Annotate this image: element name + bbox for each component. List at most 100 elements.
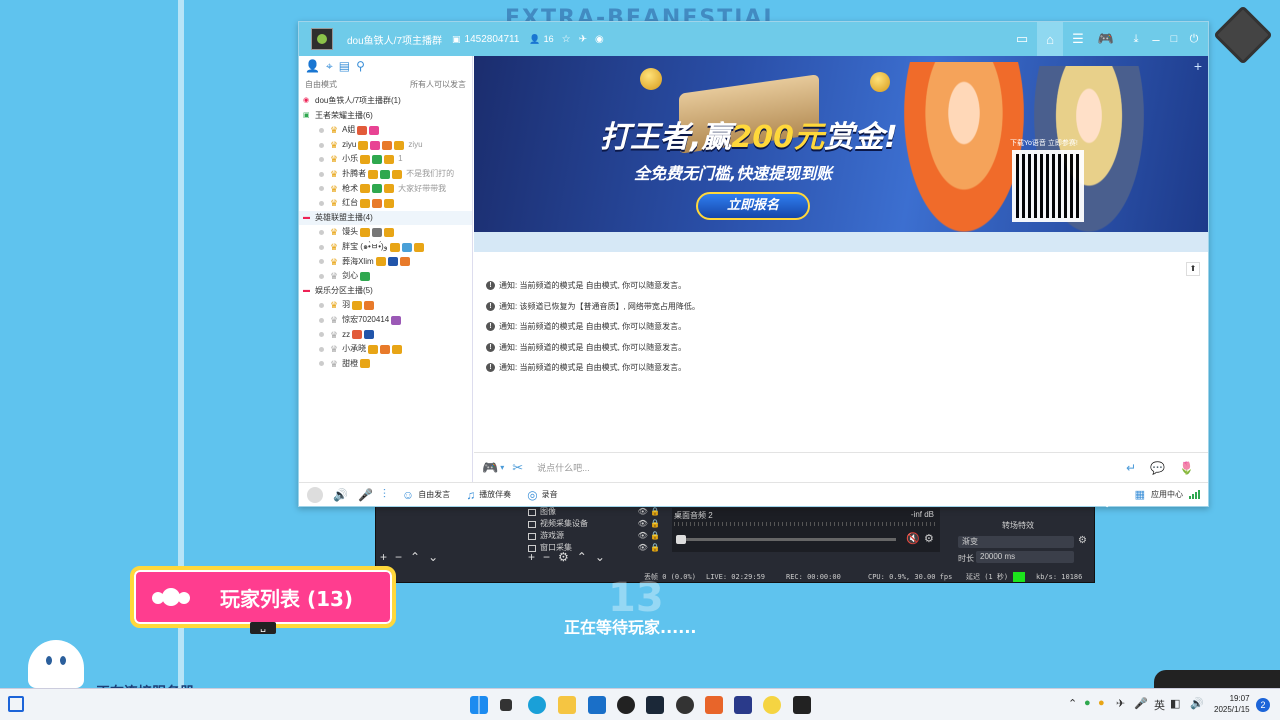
mute-icon[interactable]: 🔇 bbox=[906, 532, 920, 545]
ad-banner[interactable]: 打王者,赢200元赏金! 全免费无门槛,快速提现到账 立即报名 下载Yo语音 立… bbox=[474, 56, 1208, 232]
channel-member[interactable]: ♛ 惊宏7020414 bbox=[299, 313, 472, 328]
home-icon[interactable]: ⌂ bbox=[1037, 22, 1063, 56]
mixer-settings-icon[interactable]: ⚙ bbox=[924, 532, 934, 545]
emoji-game-icon[interactable]: 🎮 bbox=[482, 460, 498, 476]
move-up-button[interactable]: ⌃ bbox=[410, 550, 420, 564]
channel-member[interactable]: ♛ 剑心 bbox=[299, 269, 472, 284]
free-speak-icon[interactable]: ☺ bbox=[402, 488, 414, 502]
game-icon[interactable] bbox=[676, 696, 694, 714]
video-icon[interactable]: ▭ bbox=[1009, 22, 1035, 56]
channel-member[interactable]: ♛ 葬海Xlim bbox=[299, 255, 472, 270]
visibility-lock-icon[interactable]: 👁 🔒 bbox=[638, 542, 660, 554]
channel-group[interactable]: ▬ 娱乐分区主播(5) bbox=[299, 284, 472, 299]
search-icon[interactable]: ⚲ bbox=[356, 59, 365, 74]
list-icon[interactable]: ☰ bbox=[1065, 22, 1091, 56]
equalizer-icon[interactable]: ⫶ bbox=[383, 487, 386, 502]
channel-member[interactable]: ♛ 胖宝 (๑•̀ㅂ•́)و bbox=[299, 240, 472, 255]
duration-input[interactable]: 20000 ms bbox=[976, 551, 1074, 563]
free-speak-label[interactable]: 自由发言 bbox=[418, 489, 450, 500]
channel-member[interactable]: ♛ ziyu ziyu bbox=[299, 138, 472, 153]
recorder-icon[interactable] bbox=[793, 696, 811, 714]
favorite-icon[interactable]: ☆ bbox=[562, 34, 571, 45]
music-icon[interactable]: ♫ bbox=[466, 488, 475, 502]
start-icon[interactable] bbox=[470, 696, 488, 714]
gamepad-icon[interactable]: 🎮 bbox=[1093, 22, 1119, 56]
obs-icon[interactable] bbox=[617, 696, 635, 714]
channel-member[interactable]: ♛ 馒头 bbox=[299, 225, 472, 240]
avatar[interactable] bbox=[307, 486, 323, 503]
channel-member[interactable]: ♛ 羽 bbox=[299, 298, 472, 313]
desktop-panel-icon[interactable] bbox=[8, 696, 24, 712]
source-up-button[interactable]: ⌃ bbox=[577, 550, 587, 564]
remove-scene-button[interactable]: − bbox=[395, 550, 402, 564]
speaker-icon[interactable]: 🔊 bbox=[333, 488, 348, 502]
network-icon[interactable]: ◧ bbox=[1170, 697, 1180, 710]
channel-member[interactable]: ♛ 枪术 大家好带带我 bbox=[299, 182, 472, 197]
volume-slider[interactable] bbox=[676, 535, 896, 544]
edge-icon[interactable] bbox=[528, 696, 546, 714]
app-center-label[interactable]: 应用中心 bbox=[1151, 489, 1183, 500]
taskview-icon[interactable] bbox=[500, 699, 512, 711]
channel-root[interactable]: ◉ dou鱼铁人/7项主播群(1) bbox=[299, 94, 472, 109]
location-icon[interactable]: ⌖ bbox=[326, 59, 333, 74]
add-scene-button[interactable]: + bbox=[380, 550, 387, 564]
channel-member[interactable]: ♛ 红台 bbox=[299, 196, 472, 211]
plus-icon[interactable]: + bbox=[1194, 58, 1202, 74]
clock[interactable]: 19:07 2025/1/15 bbox=[1214, 693, 1250, 715]
move-down-button[interactable]: ⌄ bbox=[428, 550, 438, 564]
user-icon[interactable]: 👤 bbox=[305, 59, 320, 74]
transition-select[interactable]: 渐变 bbox=[958, 536, 1074, 548]
tray-app-icon[interactable]: ● bbox=[1084, 697, 1091, 709]
add-source-button[interactable]: + bbox=[528, 550, 535, 564]
obs-source-item[interactable]: 图像 👁 🔒 bbox=[524, 506, 664, 518]
channel-group[interactable]: ▬ 英雄联盟主播(4) bbox=[299, 210, 472, 226]
register-button[interactable]: 立即报名 bbox=[696, 192, 810, 220]
channel-member[interactable]: ♛ 扑腾者 不是我们打的 bbox=[299, 167, 472, 182]
tray-app-icon[interactable]: ● bbox=[1098, 697, 1105, 709]
ime-indicator[interactable]: 英 bbox=[1154, 697, 1165, 713]
chat-bubble-icon[interactable]: 💬 bbox=[1150, 461, 1165, 475]
chevron-down-icon[interactable]: ▾ bbox=[500, 463, 504, 472]
player-list-button[interactable]: 玩家列表 (13) bbox=[130, 566, 396, 628]
steam-icon[interactable] bbox=[646, 696, 664, 714]
remove-source-button[interactable]: − bbox=[543, 550, 550, 564]
obs-source-item[interactable]: 游戏源 👁 🔒 bbox=[524, 530, 664, 542]
volume-knob[interactable] bbox=[676, 535, 686, 544]
info-icon[interactable]: ◉ bbox=[595, 34, 604, 45]
source-down-button[interactable]: ⌄ bbox=[595, 550, 605, 564]
transition-settings-icon[interactable]: ⚙ bbox=[1078, 535, 1087, 546]
channel-member[interactable]: ♛ 甜橙 bbox=[299, 357, 472, 372]
notification-badge[interactable]: 2 bbox=[1256, 698, 1270, 712]
app-icon[interactable] bbox=[705, 696, 723, 714]
chevron-up-icon[interactable]: ⌃ bbox=[1068, 697, 1077, 710]
source-settings-icon[interactable]: ⚙ bbox=[558, 550, 569, 564]
channel-member[interactable]: ♛ 小乐 1 bbox=[299, 152, 472, 167]
channel-member[interactable]: ♛ zz bbox=[299, 328, 472, 343]
visibility-lock-icon[interactable]: 👁 🔒 bbox=[638, 518, 660, 530]
visibility-lock-icon[interactable]: 👁 🔒 bbox=[638, 506, 660, 518]
gift-icon[interactable]: 🌷 bbox=[1179, 461, 1194, 475]
chat-input[interactable]: 说点什么吧... bbox=[537, 461, 590, 474]
scissors-icon[interactable]: ✂ bbox=[512, 460, 523, 476]
channel-group[interactable]: ▣ 王者荣耀主播(6) bbox=[299, 109, 472, 124]
notes-icon[interactable]: ▤ bbox=[339, 59, 350, 74]
send-icon[interactable]: ↵ bbox=[1126, 461, 1136, 475]
record-label[interactable]: 录音 bbox=[542, 489, 558, 500]
fall-guys-icon[interactable] bbox=[734, 696, 752, 714]
file-explorer-icon[interactable] bbox=[558, 696, 576, 714]
store-icon[interactable] bbox=[588, 696, 606, 714]
scroll-top-icon[interactable]: ⬆ bbox=[1186, 262, 1200, 276]
record-icon[interactable]: ◎ bbox=[527, 488, 537, 502]
volume-icon[interactable]: 🔊 bbox=[1190, 697, 1204, 710]
channel-member[interactable]: ♛ A姐 bbox=[299, 123, 472, 138]
microphone-icon[interactable]: 🎤 bbox=[1134, 697, 1148, 710]
yy-icon[interactable] bbox=[763, 696, 781, 714]
visibility-lock-icon[interactable]: 👁 🔒 bbox=[638, 530, 660, 542]
tray-app-icon[interactable]: ✈ bbox=[1116, 697, 1125, 710]
microphone-icon[interactable]: 🎤 bbox=[358, 488, 373, 502]
power-icon[interactable]: ⏻ bbox=[1181, 22, 1207, 56]
share-icon[interactable]: ✈ bbox=[579, 34, 587, 45]
obs-source-item[interactable]: 视频采集设备 👁 🔒 bbox=[524, 518, 664, 530]
channel-member[interactable]: ♛ 小承晓 bbox=[299, 342, 472, 357]
accompany-label[interactable]: 播放伴奏 bbox=[479, 489, 511, 500]
